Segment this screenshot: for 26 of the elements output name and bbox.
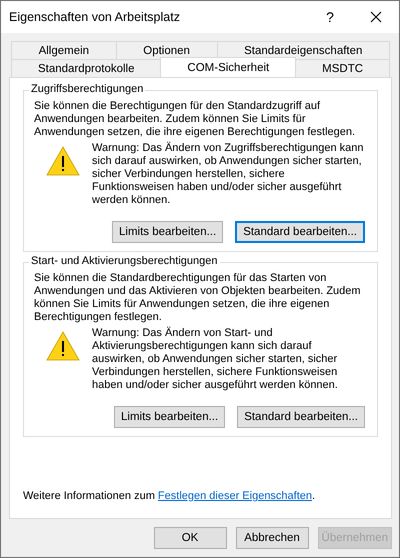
tab[interactable]: COM-Sicherheit xyxy=(160,57,296,77)
edit-button[interactable]: Limits bearbeiten... xyxy=(114,406,226,428)
tab[interactable]: Standardeigenschaften xyxy=(216,41,390,59)
warning-icon xyxy=(46,146,80,176)
window-title: Eigenschaften von Arbeitsplatz xyxy=(9,10,181,24)
edit-button[interactable]: Limits bearbeiten... xyxy=(112,221,224,243)
dialog-button[interactable]: Abbrechen xyxy=(236,527,309,549)
group-title: Zugriffsberechtigungen xyxy=(29,83,146,95)
edit-button[interactable]: Standard bearbeiten... xyxy=(235,221,365,243)
tab[interactable]: Allgemein xyxy=(11,41,117,59)
description-text: Sie können die Standardberechtigungen für das Starten von Anwendungen und das Aktivieren von Objekten bearbeiten. Zudem können Sie Limits für Anwendungen setzen, die ihre eigenen Berechtigungen festlegen. xyxy=(34,272,362,324)
help-button[interactable]: ? xyxy=(307,1,353,33)
description-text: Sie können die Berechtigungen für den Standardzugriff auf Anwendungen bearbeiten. Zudem können Sie Limits für Anwendungen setzen, die ihre eigenen Berechtigungen festlegen. xyxy=(34,100,356,139)
close-icon xyxy=(370,11,382,23)
period-text: . xyxy=(312,490,316,502)
tab[interactable]: MSDTC xyxy=(295,59,390,77)
warning-icon xyxy=(46,331,80,361)
warning-text: Warnung: Das Ändern von Zugriffsberechtigungen kann sich darauf auswirken, ob Anwendungen sicher starten, sicher Verbindungen herstellen, sichere Funktionsweisen haben und/oder sicher ausgeführt werden können. xyxy=(92,142,364,207)
link[interactable]: Festlegen dieser Eigenschaften xyxy=(158,490,312,502)
info-text: Weitere Informationen zum xyxy=(23,490,155,502)
edit-button[interactable]: Standard bearbeiten... xyxy=(237,406,365,428)
warning-text: Warnung: Das Ändern von Start- und Aktivierungsberechtigungen kann sich darauf auswirken, ob Anwendungen sicher starten, sicher Verbindungen herstellen, sichere Funktionsweisen haben und/oder sicher ausgeführt werden können. xyxy=(92,327,339,392)
group-title: Start- und Aktivierungsberechtigungen xyxy=(29,255,220,267)
dialog-button[interactable]: OK xyxy=(154,527,227,549)
tab[interactable]: Standardprotokolle xyxy=(11,59,162,77)
tab[interactable]: Optionen xyxy=(116,41,218,59)
